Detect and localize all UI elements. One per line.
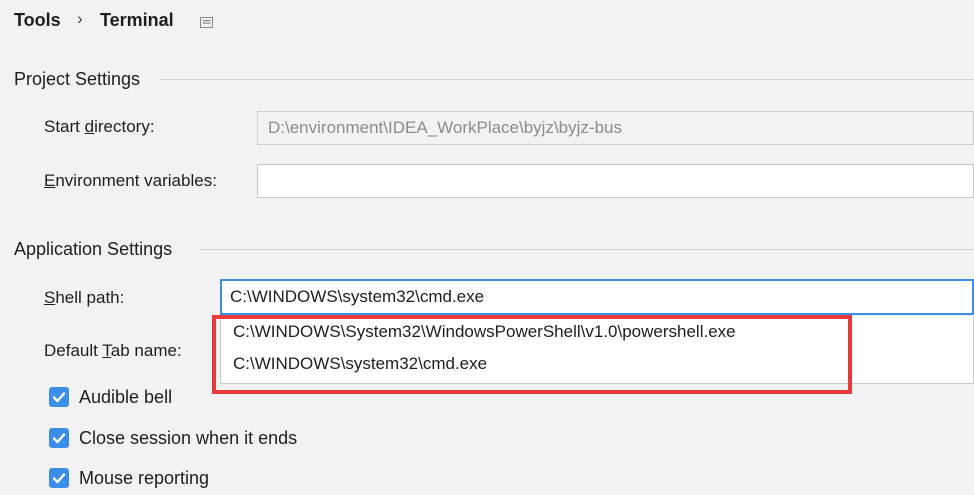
shell-path-input[interactable]: C:\WINDOWS\system32\cmd.exe: [220, 279, 974, 315]
breadcrumb-current: Terminal: [100, 10, 174, 30]
environment-variables-field[interactable]: [257, 164, 974, 198]
close-session-label[interactable]: Close session when it ends: [79, 428, 297, 449]
mouse-reporting-label[interactable]: Mouse reporting: [79, 468, 209, 489]
section-divider: [200, 249, 974, 250]
section-divider: [160, 79, 974, 80]
checkmark-icon: [52, 392, 66, 403]
start-directory-field[interactable]: D:\environment\IDEA_WorkPlace\byjz\byjz-…: [257, 111, 974, 145]
audible-bell-checkbox[interactable]: [49, 387, 69, 407]
audible-bell-label[interactable]: Audible bell: [79, 387, 172, 408]
layout-icon[interactable]: [200, 15, 213, 28]
start-directory-label: Start directory:: [44, 117, 155, 136]
application-settings-header: Application Settings: [14, 239, 173, 259]
environment-variables-label: Environment variables:: [44, 171, 217, 190]
project-settings-header: Project Settings: [14, 69, 141, 89]
checkmark-icon: [52, 433, 66, 444]
highlight-box: [212, 315, 852, 394]
checkmark-icon: [52, 473, 66, 484]
breadcrumb-separator: ›: [77, 9, 83, 28]
close-session-checkbox[interactable]: [49, 428, 69, 448]
mouse-reporting-checkbox[interactable]: [49, 468, 69, 488]
shell-path-label: Shell path:: [44, 288, 125, 307]
default-tab-name-label: Default Tab name:: [44, 341, 182, 360]
breadcrumb-parent[interactable]: Tools: [14, 10, 61, 31]
